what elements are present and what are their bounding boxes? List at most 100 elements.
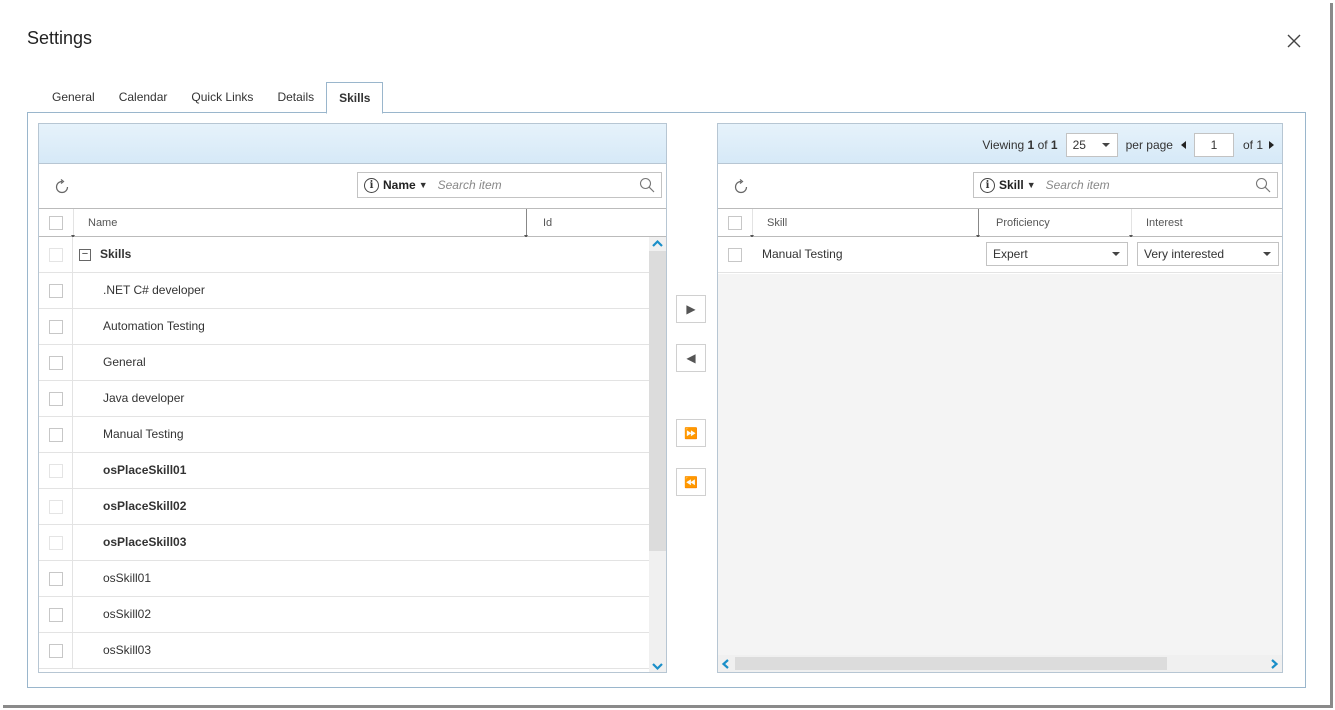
refresh-icon[interactable] [53, 178, 71, 196]
row-checkbox [49, 464, 63, 478]
per-page-select[interactable]: 25 [1065, 133, 1118, 157]
interest-value: Very interested [1144, 247, 1225, 261]
info-icon[interactable]: i [364, 177, 379, 193]
interest-select[interactable]: Very interested [1137, 242, 1279, 266]
close-icon[interactable] [1285, 32, 1303, 50]
caret-down-icon[interactable]: ▼ [1027, 180, 1036, 190]
refresh-icon[interactable] [732, 178, 750, 196]
column-header-interest[interactable]: Interest [1146, 209, 1183, 237]
list-item[interactable]: osPlaceSkill01 [39, 453, 649, 489]
dropdown-icon [1263, 252, 1271, 256]
row-checkbox[interactable] [49, 392, 63, 406]
search-field-selector[interactable]: Name [383, 178, 416, 192]
caret-down-icon[interactable]: ▼ [419, 180, 428, 190]
tab-details[interactable]: Details [265, 82, 326, 113]
page-current: 1 [1027, 138, 1035, 152]
column-header-name[interactable]: Name [88, 209, 117, 237]
row-checkbox[interactable] [49, 284, 63, 298]
search-icon[interactable] [639, 177, 655, 193]
column-header-id[interactable]: Id [543, 209, 552, 237]
search-input[interactable] [1043, 177, 1277, 193]
skill-name: osPlaceSkill03 [103, 535, 187, 549]
skill-name: osPlaceSkill01 [103, 463, 187, 477]
empty-grid-area [718, 274, 1282, 672]
list-item[interactable]: .NET C# developer [39, 273, 649, 309]
search-icon[interactable] [1255, 177, 1271, 193]
column-resize-handle[interactable] [524, 209, 528, 238]
collapse-icon[interactable]: − [79, 249, 91, 261]
arrow-right-icon: ▶ [686, 302, 696, 316]
toolbar: i Name ▼ [39, 164, 666, 208]
proficiency-value: Expert [993, 247, 1028, 261]
move-all-left-button[interactable]: ⏪ [676, 468, 706, 496]
search-field-selector[interactable]: Skill [999, 178, 1024, 192]
skills-tab-content: i Name ▼ Name Id [27, 112, 1306, 688]
panel-header: Viewing 1 of 1 25 per page of 1 [718, 124, 1282, 164]
skill-name: Automation Testing [103, 319, 205, 333]
row-checkbox[interactable] [49, 572, 63, 586]
per-page-label: per page [1125, 138, 1173, 152]
skill-name: Java developer [103, 391, 185, 405]
proficiency-select[interactable]: Expert [986, 242, 1128, 266]
select-all-checkbox[interactable] [728, 216, 742, 230]
list-item[interactable]: General [39, 345, 649, 381]
prev-page-icon[interactable] [1180, 141, 1186, 149]
list-item[interactable]: Manual Testing [39, 417, 649, 453]
dropdown-icon [1101, 143, 1110, 147]
move-all-right-button[interactable]: ⏩ [676, 419, 706, 447]
table-row[interactable]: Manual Testing Expert Very interested [718, 237, 1282, 273]
list-item[interactable]: Automation Testing [39, 309, 649, 345]
row-checkbox[interactable] [49, 356, 63, 370]
skills-list: − Skills .NET C# developer Automation Te… [39, 237, 649, 672]
move-left-button[interactable]: ◀ [676, 344, 706, 372]
list-item[interactable]: osSkill03 [39, 633, 649, 669]
column-divider [750, 209, 754, 238]
list-item[interactable]: osPlaceSkill03 [39, 525, 649, 561]
list-item[interactable]: osPlaceSkill02 [39, 489, 649, 525]
page-number-input[interactable] [1193, 133, 1234, 157]
scroll-up-icon[interactable] [651, 239, 664, 249]
viewing-label: Viewing [982, 138, 1025, 152]
skill-name: osSkill02 [103, 607, 152, 621]
list-item[interactable]: osSkill01 [39, 561, 649, 597]
column-resize-handle[interactable] [976, 209, 980, 238]
panel-header [39, 124, 666, 164]
selected-skills-panel: Viewing 1 of 1 25 per page of 1 [717, 123, 1283, 673]
column-header-proficiency[interactable]: Proficiency [996, 209, 1050, 237]
vertical-scrollbar[interactable] [649, 237, 666, 672]
search-input[interactable] [435, 177, 661, 193]
row-checkbox[interactable] [49, 320, 63, 334]
scroll-thumb[interactable] [649, 251, 666, 551]
column-divider [71, 209, 75, 238]
skill-name: osSkill03 [103, 643, 152, 657]
scroll-thumb[interactable] [735, 657, 1167, 670]
move-right-button[interactable]: ▶ [676, 295, 706, 323]
horizontal-scrollbar[interactable] [718, 655, 1282, 672]
list-item[interactable]: osSkill02 [39, 597, 649, 633]
tab-calendar[interactable]: Calendar [107, 82, 180, 113]
skill-name: .NET C# developer [103, 283, 205, 297]
info-icon[interactable]: i [980, 177, 995, 193]
grid-header: Name Id [39, 208, 666, 238]
dialog-title: Settings [27, 28, 93, 48]
row-checkbox[interactable] [49, 608, 63, 622]
per-page-value: 25 [1072, 138, 1086, 152]
list-item[interactable]: Java developer [39, 381, 649, 417]
available-skills-panel: i Name ▼ Name Id [38, 123, 667, 673]
scroll-down-icon[interactable] [651, 661, 664, 671]
tab-general[interactable]: General [40, 82, 107, 113]
tab-skills[interactable]: Skills [326, 82, 384, 114]
row-checkbox[interactable] [49, 428, 63, 442]
arrow-left-icon: ◀ [686, 351, 696, 365]
row-checkbox[interactable] [728, 248, 742, 262]
select-all-checkbox[interactable] [49, 216, 63, 230]
scroll-left-icon[interactable] [721, 658, 731, 670]
tab-quick-links[interactable]: Quick Links [179, 82, 265, 113]
page-total: 1 [1050, 138, 1058, 152]
next-page-icon[interactable] [1269, 141, 1274, 149]
scroll-right-icon[interactable] [1269, 658, 1279, 670]
column-header-skill[interactable]: Skill [767, 209, 787, 237]
toolbar: i Skill ▼ [718, 164, 1282, 208]
row-checkbox[interactable] [49, 644, 63, 658]
grid-header: Skill Proficiency Interest [718, 208, 1282, 238]
